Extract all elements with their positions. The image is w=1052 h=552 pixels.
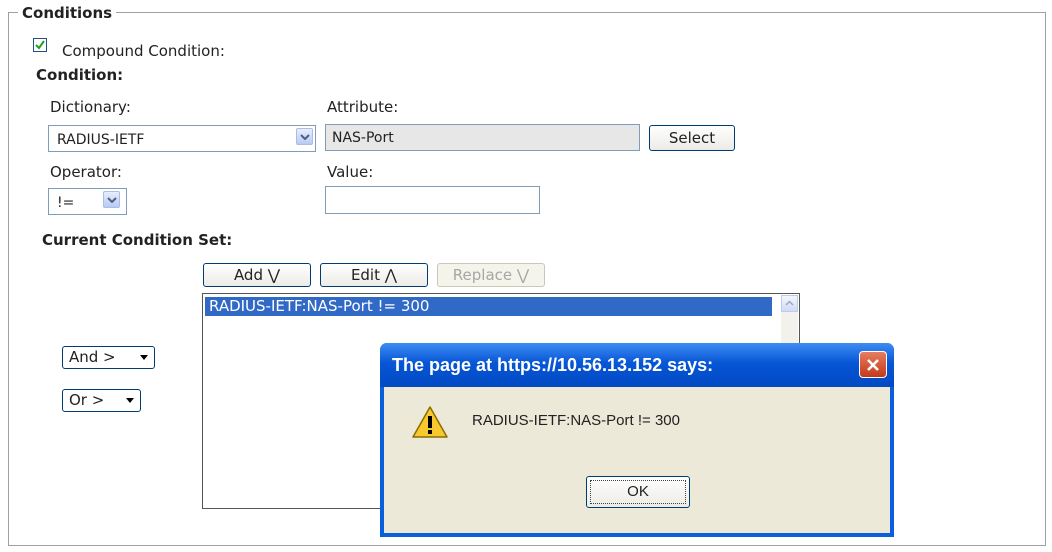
add-button[interactable]: Add ⋁ xyxy=(203,263,311,287)
ok-button[interactable]: OK xyxy=(586,476,690,508)
warning-icon xyxy=(412,406,448,438)
value-label: Value: xyxy=(327,163,374,181)
attribute-value: NAS-Port xyxy=(332,130,394,146)
and-select[interactable]: And > xyxy=(62,346,155,369)
alert-dialog: The page at https://10.56.13.152 says: R… xyxy=(380,343,894,537)
replace-button[interactable]: Replace ⋁ xyxy=(437,263,545,287)
current-condition-set-heading: Current Condition Set: xyxy=(42,231,233,249)
checkmark-icon xyxy=(35,40,45,50)
chevron-down-icon[interactable] xyxy=(103,191,120,208)
select-button[interactable]: Select xyxy=(649,125,735,151)
chevron-down-icon xyxy=(126,398,134,403)
condition-heading: Condition: xyxy=(36,66,124,84)
dialog-title: The page at https://10.56.13.152 says: xyxy=(392,355,714,375)
list-item[interactable]: RADIUS-IETF:NAS-Port != 300 xyxy=(205,297,772,316)
dialog-titlebar[interactable]: The page at https://10.56.13.152 says: xyxy=(380,343,894,387)
chevron-down-icon xyxy=(140,355,148,360)
compound-condition-label: Compound Condition: xyxy=(62,42,225,60)
focus-ring xyxy=(590,480,686,504)
attribute-field[interactable]: NAS-Port xyxy=(325,124,640,151)
operator-value: != xyxy=(57,195,75,211)
or-select-value: Or > xyxy=(69,391,105,409)
close-icon[interactable] xyxy=(859,351,887,378)
operator-label: Operator: xyxy=(50,163,122,181)
value-field[interactable] xyxy=(325,186,540,214)
conditions-legend: Conditions xyxy=(18,4,117,22)
dictionary-label: Dictionary: xyxy=(50,98,131,116)
dictionary-value: RADIUS-IETF xyxy=(57,132,145,148)
dialog-message: RADIUS-IETF:NAS-Port != 300 xyxy=(472,412,680,429)
scroll-up-button[interactable] xyxy=(781,295,798,312)
dictionary-select[interactable]: RADIUS-IETF xyxy=(48,125,316,152)
dialog-body: RADIUS-IETF:NAS-Port != 300 OK xyxy=(384,387,890,533)
operator-select[interactable]: != xyxy=(48,188,127,215)
chevron-down-icon[interactable] xyxy=(296,128,313,145)
attribute-label: Attribute: xyxy=(327,98,399,116)
or-select[interactable]: Or > xyxy=(62,389,141,412)
chevron-up-icon xyxy=(785,300,794,306)
and-select-value: And > xyxy=(69,348,116,366)
edit-button[interactable]: Edit ⋀ xyxy=(320,263,428,287)
compound-condition-checkbox[interactable] xyxy=(33,38,47,52)
